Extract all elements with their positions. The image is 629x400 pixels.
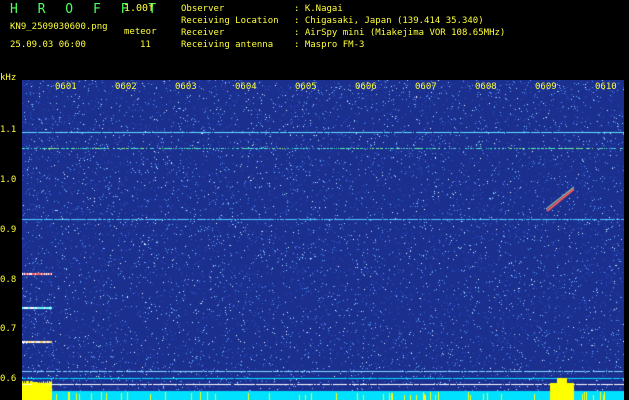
version-label: 1.00f	[124, 3, 155, 14]
y-tick-label: 0.7	[0, 324, 17, 334]
hrofft-window: H R O F F T 1.00f KN9_2509030600.png met…	[0, 0, 629, 400]
observer-label: Observer	[181, 4, 225, 14]
location-value: : Chigasaki, Japan (139.414 35.340)	[294, 16, 484, 26]
spectrogram-canvas	[22, 80, 624, 400]
y-axis-unit: kHz	[0, 73, 17, 83]
antenna-label: Receiving antenna	[181, 40, 274, 50]
receiver-value: : AirSpy mini (Miakejima VOR 108.65MHz)	[294, 28, 506, 38]
datetime-label: 25.09.03 06:00	[10, 40, 86, 50]
location-label: Receiving Location	[181, 16, 279, 26]
observer-value: : K.Nagai	[294, 4, 343, 14]
x-tick-label: 0604	[235, 82, 257, 92]
x-tick-label: 0606	[355, 82, 377, 92]
y-tick-label: 0.8	[0, 275, 17, 285]
y-tick-label: 0.9	[0, 225, 17, 235]
meteor-label: meteor	[124, 27, 157, 37]
y-tick-label: 1.1	[0, 125, 17, 135]
x-tick-label: 0609	[535, 82, 557, 92]
y-tick-label: 0.6	[0, 374, 17, 384]
x-tick-label: 0605	[295, 82, 317, 92]
x-tick-label: 0607	[415, 82, 437, 92]
filename-label: KN9_2509030600.png	[10, 22, 108, 32]
x-tick-label: 0610	[595, 82, 617, 92]
y-tick-label: 1.0	[0, 175, 17, 185]
x-tick-label: 0601	[55, 82, 77, 92]
x-tick-label: 0603	[175, 82, 197, 92]
receiver-label: Receiver	[181, 28, 225, 38]
antenna-value: : Maspro FM-3	[294, 40, 365, 50]
x-tick-label: 0602	[115, 82, 137, 92]
meteor-count: 11	[140, 40, 151, 50]
x-tick-label: 0608	[475, 82, 497, 92]
